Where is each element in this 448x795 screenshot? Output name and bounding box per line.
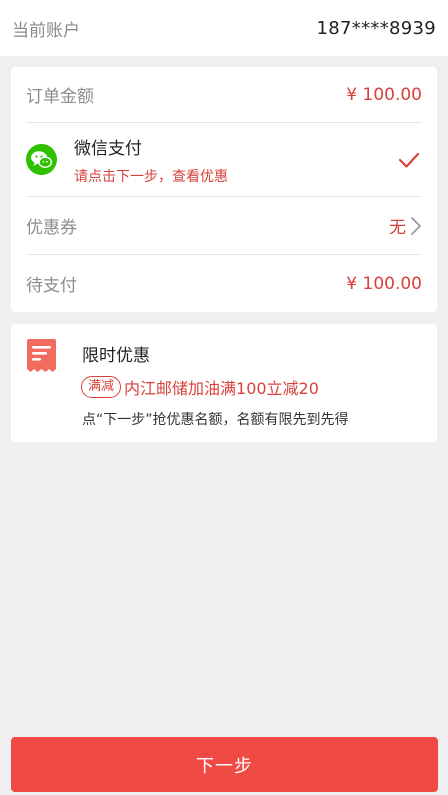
wechat-icon (26, 144, 57, 175)
order-amount-row: 订单金额 ¥ 100.00 (26, 67, 422, 123)
check-icon (398, 149, 420, 171)
promo-card: 限时优惠 满减 内江邮储加油满100立减20 点“下一步”抢优惠名额，名额有限先… (11, 324, 437, 442)
promo-note: 点“下一步”抢优惠名额，名额有限先到先得 (82, 412, 349, 428)
due-row: 待支付 ¥ 100.00 (26, 255, 422, 312)
account-bar: 当前账户 187****8939 (0, 0, 448, 56)
receipt-icon (26, 338, 57, 373)
payment-method-row[interactable]: 微信支付 请点击下一步，查看优惠 (26, 123, 422, 197)
account-label: 当前账户 (12, 20, 80, 41)
order-card: 订单金额 ¥ 100.00 微信支付 请点击下一步，查看优惠 优惠券 无 待支付… (11, 67, 437, 312)
payment-method-name: 微信支付 (74, 138, 142, 159)
promo-title: 限时优惠 (82, 346, 150, 366)
chevron-right-icon (410, 216, 422, 236)
coupon-label: 优惠券 (26, 218, 77, 238)
payment-hint: 请点击下一步，查看优惠 (74, 168, 228, 185)
order-amount-label: 订单金额 (26, 87, 94, 107)
payment-texts: 微信支付 请点击下一步，查看优惠 (74, 134, 228, 186)
promo-offer: 内江邮储加油满100立减20 (124, 379, 319, 398)
account-phone: 187****8939 (316, 17, 436, 39)
due-value: ¥ 100.00 (346, 273, 422, 294)
coupon-row[interactable]: 优惠券 无 (26, 197, 422, 255)
coupon-selector[interactable]: 无 (389, 213, 422, 238)
order-amount-value: ¥ 100.00 (346, 84, 422, 105)
payment-method-info: 微信支付 请点击下一步，查看优惠 (26, 134, 228, 186)
promo-badge: 满减 (81, 376, 122, 398)
coupon-value: 无 (389, 218, 406, 238)
promo-offer-line: 满减 内江邮储加油满100立减20 (81, 375, 319, 399)
due-label: 待支付 (26, 276, 77, 296)
next-step-button[interactable]: 下一步 (11, 737, 438, 792)
